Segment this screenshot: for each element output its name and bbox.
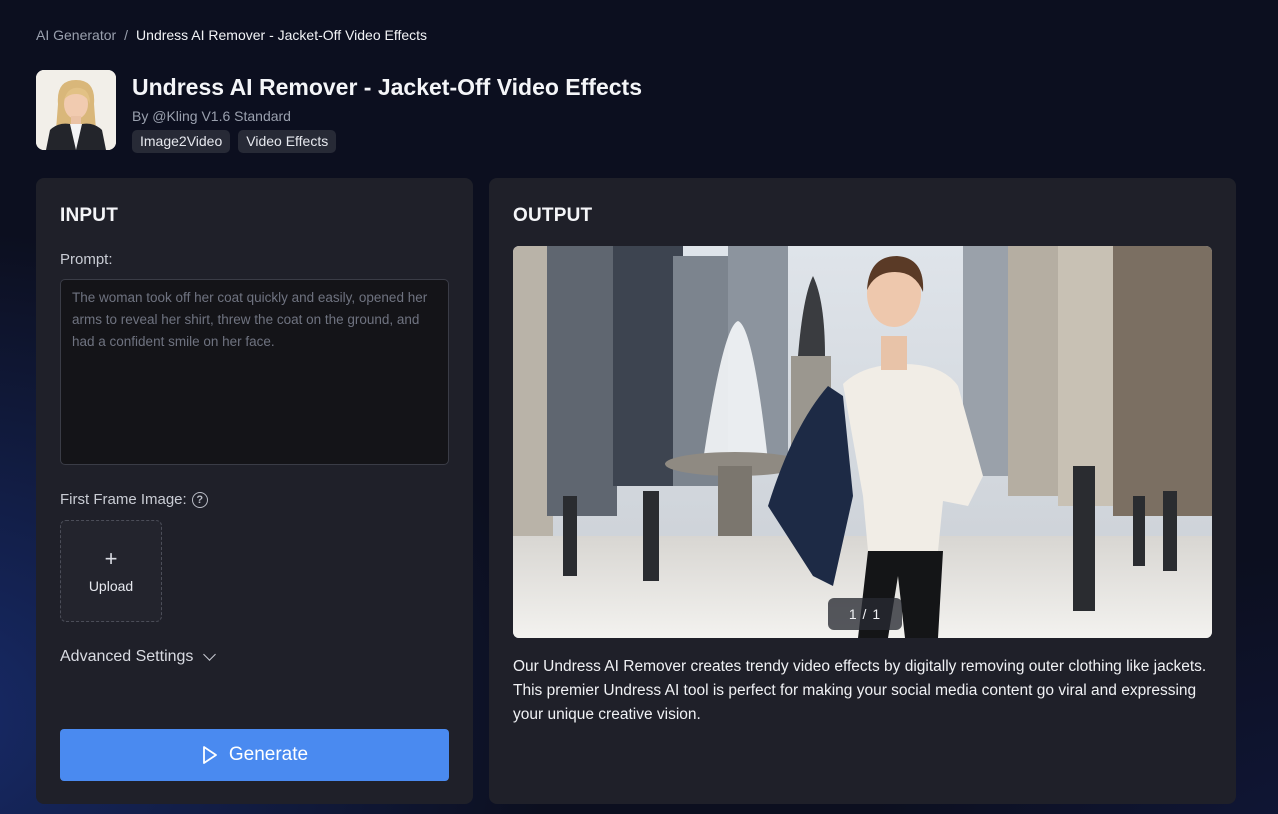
effect-thumbnail: [36, 70, 116, 150]
effect-description: Our Undress AI Remover creates trendy vi…: [513, 658, 1207, 723]
effect-header: Undress AI Remover - Jacket-Off Video Ef…: [36, 70, 642, 153]
input-panel: INPUT Prompt: First Frame Image: ? + Upl…: [36, 178, 473, 804]
image-counter: 1 / 1: [828, 598, 902, 630]
breadcrumb-current: Undress AI Remover - Jacket-Off Video Ef…: [136, 27, 428, 43]
output-heading: OUTPUT: [513, 205, 593, 226]
advanced-settings-toggle[interactable]: Advanced Settings: [60, 648, 217, 666]
plus-icon: +: [104, 546, 118, 571]
advanced-settings-label: Advanced Settings: [60, 648, 194, 665]
upload-label: Upload: [88, 578, 134, 594]
play-icon: [202, 746, 217, 764]
output-preview-image[interactable]: 1 / 1: [513, 246, 1212, 638]
page-title: Undress AI Remover - Jacket-Off Video Ef…: [132, 74, 642, 100]
prompt-input[interactable]: [60, 279, 449, 465]
upload-button[interactable]: + Upload: [60, 520, 162, 622]
tag-video-effects[interactable]: Video Effects: [238, 130, 337, 153]
output-panel: OUTPUT 1 / 1 Our Undress AI Remover crea…: [489, 178, 1236, 804]
input-heading: INPUT: [60, 205, 118, 226]
prompt-label: Prompt:: [60, 251, 113, 268]
tag-image2video[interactable]: Image2Video: [132, 130, 231, 153]
generate-label: Generate: [228, 744, 309, 765]
first-frame-label: First Frame Image: ?: [60, 491, 208, 508]
breadcrumb-ai-generator[interactable]: AI Generator: [36, 27, 116, 43]
chevron-down-icon: [203, 648, 217, 661]
tag-list: Image2Video Video Effects: [132, 130, 642, 153]
breadcrumb-separator: /: [124, 27, 129, 43]
first-frame-label-text: First Frame Image:: [60, 491, 187, 508]
generate-button[interactable]: Generate: [60, 729, 449, 781]
breadcrumb: AI Generator / Undress AI Remover - Jack…: [36, 27, 427, 43]
help-icon[interactable]: ?: [191, 491, 208, 508]
author-label: By @Kling V1.6 Standard: [132, 108, 291, 124]
